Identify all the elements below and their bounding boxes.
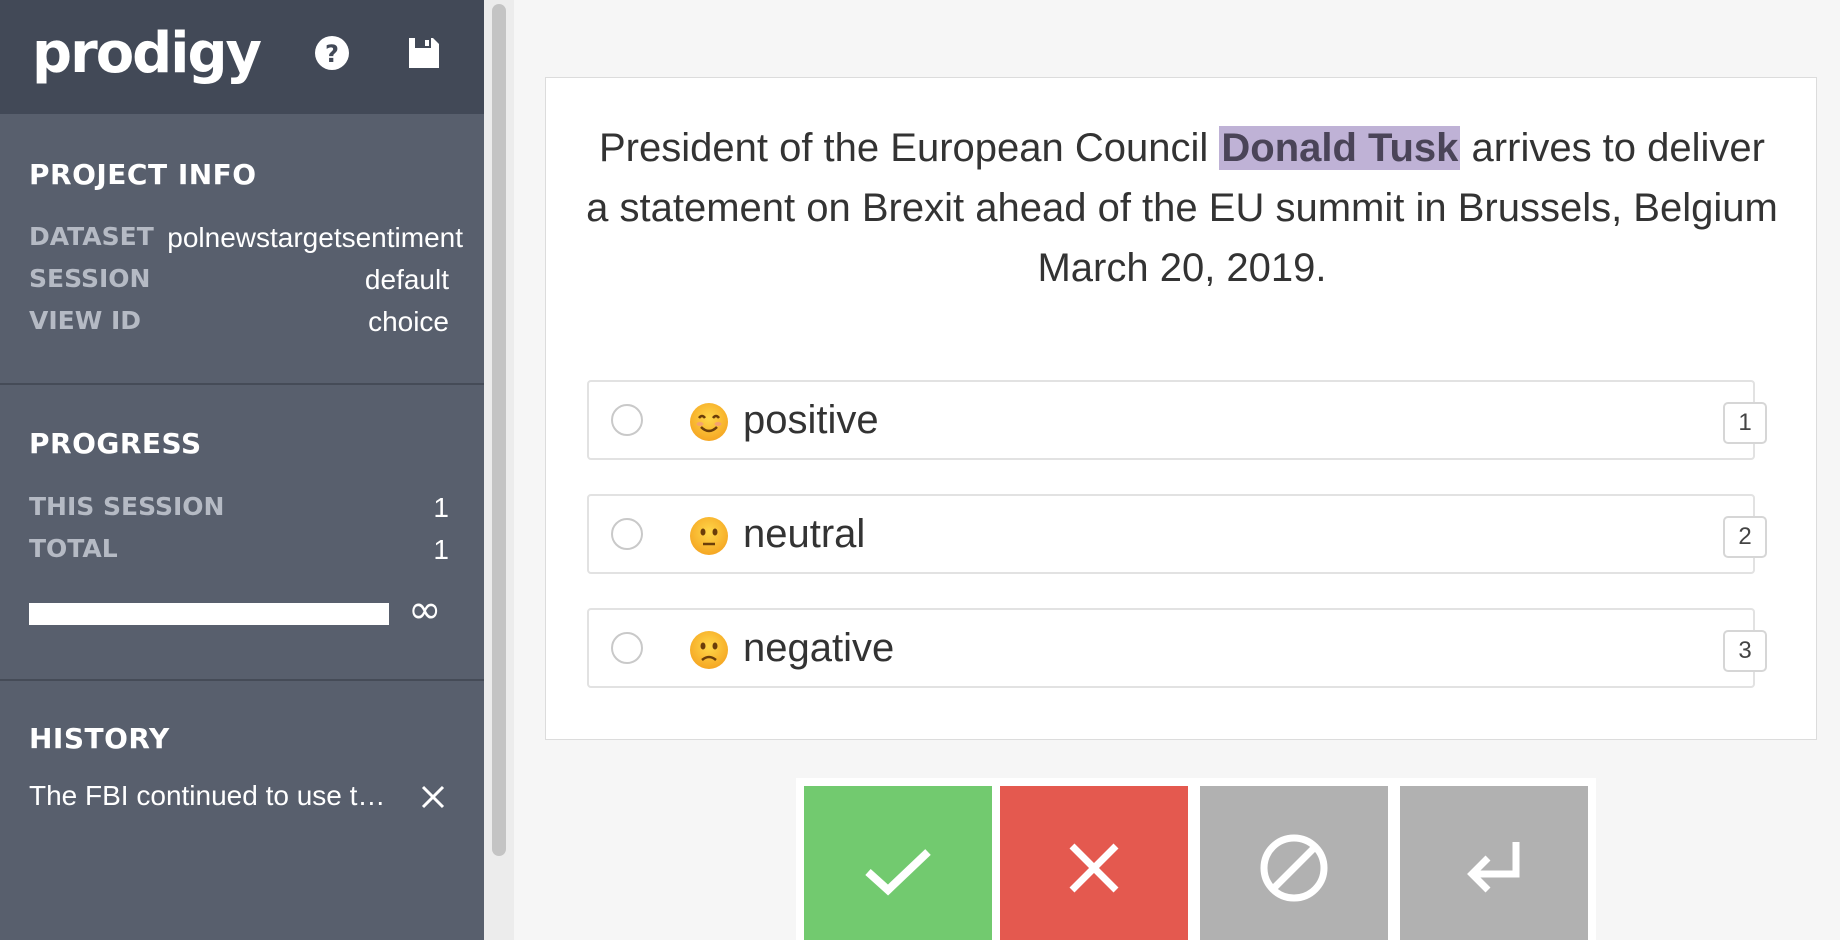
divider: [0, 679, 484, 681]
help-icon[interactable]: ?: [314, 35, 350, 71]
history-item-text[interactable]: The FBI continued to use th...: [29, 780, 389, 812]
undo-icon: [1467, 842, 1520, 893]
info-row-dataset: DATASET polnewstargetsentiment: [29, 222, 463, 262]
checkmark-icon: [865, 849, 931, 896]
option-neutral[interactable]: neutral 2: [587, 494, 1767, 574]
option-label: positive: [743, 398, 879, 442]
info-key: VIEW ID: [29, 306, 142, 335]
save-icon[interactable]: [406, 35, 442, 71]
info-value: default: [364, 264, 449, 295]
svg-text:?: ?: [325, 40, 339, 68]
option-negative[interactable]: negative 3: [587, 608, 1767, 688]
history-title: HISTORY: [29, 722, 170, 755]
radio-button[interactable]: [611, 404, 643, 436]
info-row-session: SESSION default: [29, 264, 449, 304]
info-value: polnewstargetsentiment: [167, 222, 463, 253]
infinity-symbol: ∞: [408, 587, 442, 633]
option-label: negative: [743, 626, 895, 670]
progress-bar: [29, 603, 389, 625]
info-key: SESSION: [29, 264, 151, 293]
smiling-face-icon: [689, 402, 729, 442]
progress-row-this-session: THIS SESSION 1: [29, 492, 449, 532]
history-item[interactable]: The FBI continued to use th...: [29, 780, 459, 820]
keyboard-shortcut-badge: 1: [1723, 402, 1767, 444]
annotation-card: President of the European Council Donald…: [545, 77, 1817, 740]
info-key: DATASET: [29, 222, 154, 251]
ignore-icon: [1260, 834, 1328, 902]
info-value: 1: [433, 492, 449, 523]
option-positive[interactable]: positive 1: [587, 380, 1767, 460]
info-value: 1: [433, 534, 449, 565]
info-value: choice: [368, 306, 449, 337]
close-icon[interactable]: [420, 784, 446, 810]
info-key: TOTAL: [29, 534, 118, 563]
project-info-title: PROJECT INFO: [29, 158, 257, 191]
undo-button[interactable]: [1400, 786, 1588, 940]
sidebar-header: prodigy ?: [0, 0, 484, 114]
ignore-button[interactable]: [1200, 786, 1388, 940]
app-logo: prodigy: [32, 21, 262, 86]
action-bar: [796, 778, 1596, 940]
reject-button[interactable]: [1000, 786, 1188, 940]
sidebar: prodigy ? PROJECT INFO DATASET polnewsta…: [0, 0, 484, 940]
task-text: President of the European Council Donald…: [586, 118, 1778, 298]
progress-title: PROGRESS: [29, 427, 202, 460]
info-row-view-id: VIEW ID choice: [29, 306, 449, 346]
radio-button[interactable]: [611, 632, 643, 664]
cross-icon: [1069, 843, 1119, 893]
info-key: THIS SESSION: [29, 492, 225, 521]
keyboard-shortcut-badge: 2: [1723, 516, 1767, 558]
scrollbar-thumb[interactable]: [492, 4, 506, 856]
neutral-face-icon: [689, 516, 729, 556]
progress-row-total: TOTAL 1: [29, 534, 449, 574]
sidebar-scrollbar[interactable]: [484, 0, 514, 940]
task-text-before: President of the European Council: [598, 126, 1220, 170]
progress-bar-fill: [29, 603, 389, 625]
accept-button[interactable]: [804, 786, 992, 940]
keyboard-shortcut-badge: 3: [1723, 630, 1767, 672]
option-label: neutral: [743, 512, 866, 556]
divider: [0, 383, 484, 385]
frowning-face-icon: [689, 630, 729, 670]
entity-highlight: Donald Tusk: [1219, 126, 1461, 170]
radio-button[interactable]: [611, 518, 643, 550]
